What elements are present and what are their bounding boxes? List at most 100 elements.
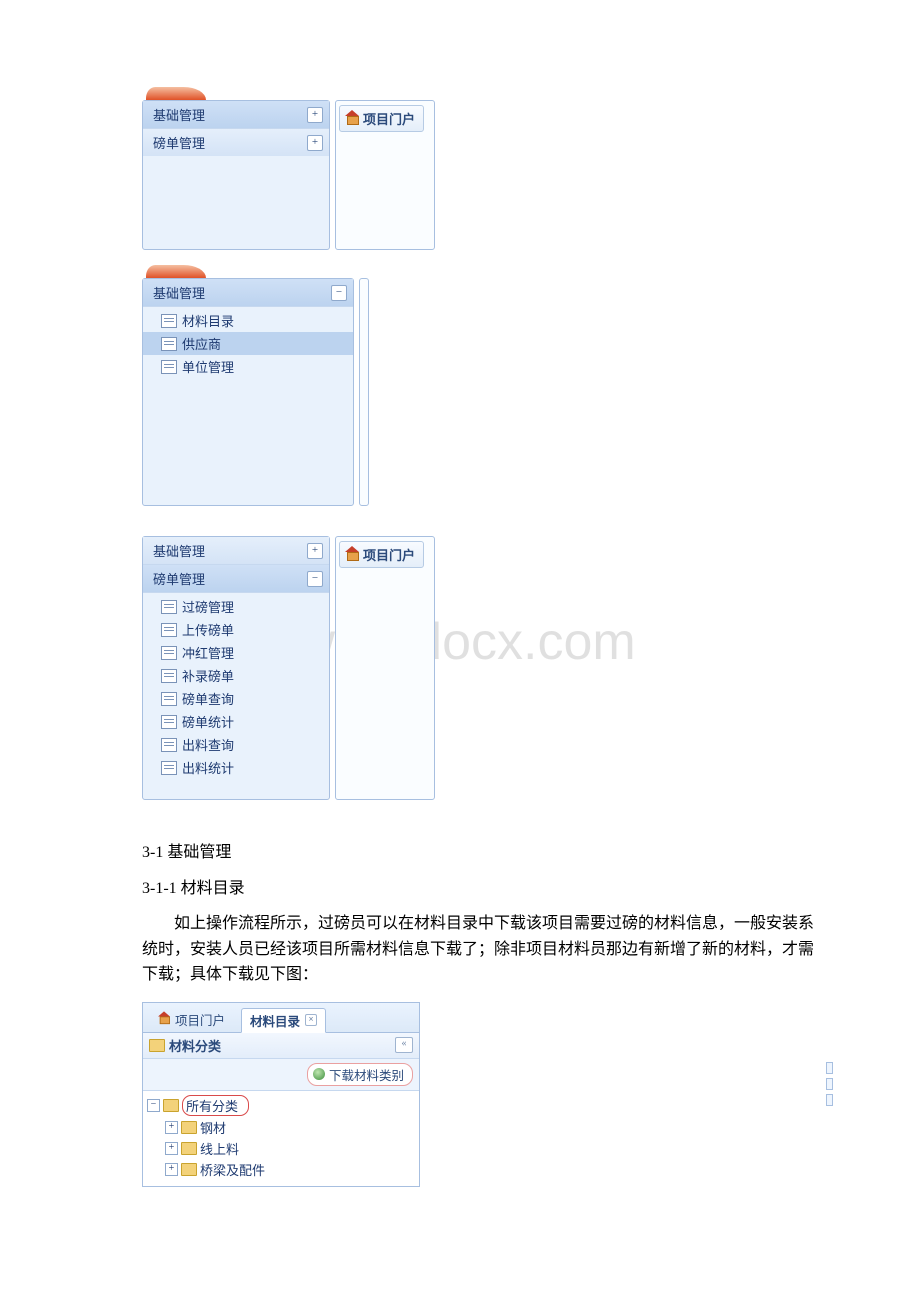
expand-icon[interactable]: + xyxy=(165,1163,178,1176)
button-label: 项目门户 xyxy=(363,109,415,128)
collapse-icon[interactable]: − xyxy=(307,571,323,587)
doc-icon xyxy=(161,600,177,614)
nav-items: 材料目录 供应商 单位管理 xyxy=(143,307,353,380)
category-tree: − 所有分类 + 钢材 + 线上料 + 桥梁及配件 xyxy=(143,1091,419,1186)
folder-icon xyxy=(181,1163,197,1176)
tree-node-label: 钢材 xyxy=(200,1118,226,1137)
folder-icon xyxy=(181,1142,197,1155)
nav-panel: 基础管理 + 磅单管理 + xyxy=(142,100,330,250)
nav-section-basic[interactable]: 基础管理 + xyxy=(143,101,329,129)
nav-item-label: 补录磅单 xyxy=(182,666,234,685)
nav-item-label: 材料目录 xyxy=(182,311,234,330)
panel-title: 材料分类 xyxy=(169,1036,221,1055)
nav-item-weighing[interactable]: 过磅管理 xyxy=(143,595,329,618)
button-label: 下载材料类别 xyxy=(329,1065,404,1084)
nav-item-out-stats[interactable]: 出料统计 xyxy=(143,756,329,779)
nav-item-ticket-query[interactable]: 磅单查询 xyxy=(143,687,329,710)
project-portal-button[interactable]: 项目门户 xyxy=(339,541,424,568)
expand-icon[interactable]: + xyxy=(165,1121,178,1134)
tab-label: 项目门户 xyxy=(175,1010,225,1029)
doc-icon xyxy=(161,738,177,752)
button-label: 项目门户 xyxy=(363,545,415,564)
nav-item-supplier[interactable]: 供应商 xyxy=(143,332,353,355)
home-icon xyxy=(345,549,359,561)
nav-section-weigh[interactable]: 磅单管理 + xyxy=(143,129,329,156)
content-pane: 项目门户 xyxy=(335,536,435,800)
collapse-icon[interactable]: « xyxy=(395,1037,413,1053)
nav-panel: 基础管理 + 磅单管理 − 过磅管理 上传磅单 冲红管理 补录磅单 磅单查询 磅… xyxy=(142,536,330,800)
nav-item-upload-ticket[interactable]: 上传磅单 xyxy=(143,618,329,641)
paragraph: 如上操作流程所示，过磅员可以在材料目录中下载该项目需要过磅的材料信息，一般安装系… xyxy=(142,911,820,988)
nav-items: 过磅管理 上传磅单 冲红管理 补录磅单 磅单查询 磅单统计 出料查询 出料统计 xyxy=(143,593,329,781)
nav-item-label: 出料统计 xyxy=(182,758,234,777)
doc-icon xyxy=(161,715,177,729)
content-pane: 项目门户 xyxy=(335,100,435,250)
ribbon-tab-notch xyxy=(146,87,206,100)
doc-icon xyxy=(161,646,177,660)
nav-section-label: 基础管理 xyxy=(153,541,205,560)
material-category-panel: 项目门户 材料目录 × 材料分类 « 下载材料类别 − 所有 xyxy=(142,1002,420,1187)
download-icon xyxy=(313,1068,325,1080)
content-pane xyxy=(359,278,369,506)
doc-icon xyxy=(161,761,177,775)
tab-material-catalog[interactable]: 材料目录 × xyxy=(241,1008,326,1033)
expand-icon[interactable]: + xyxy=(307,107,323,123)
heading-3-1: 3-1 基础管理 xyxy=(142,840,820,866)
nav-item-label: 磅单统计 xyxy=(182,712,234,731)
nav-section-basic[interactable]: 基础管理 − xyxy=(143,279,353,307)
ribbon-tab-notch xyxy=(146,265,206,278)
nav-section-weigh[interactable]: 磅单管理 − xyxy=(143,565,329,593)
tab-project-portal[interactable]: 项目门户 xyxy=(149,1007,233,1032)
nav-section-label: 基础管理 xyxy=(153,283,205,302)
doc-icon xyxy=(161,337,177,351)
nav-item-ticket-stats[interactable]: 磅单统计 xyxy=(143,710,329,733)
doc-icon xyxy=(161,692,177,706)
panel-header: 材料分类 « xyxy=(143,1033,419,1059)
toolbar-row: 下载材料类别 xyxy=(143,1059,419,1091)
nav-item-out-query[interactable]: 出料查询 xyxy=(143,733,329,756)
nav-item-label: 冲红管理 xyxy=(182,643,234,662)
nav-item-append-ticket[interactable]: 补录磅单 xyxy=(143,664,329,687)
nav-section-label: 磅单管理 xyxy=(153,569,205,588)
nav-item-red-reverse[interactable]: 冲红管理 xyxy=(143,641,329,664)
collapse-icon[interactable]: − xyxy=(147,1099,160,1112)
nav-item-label: 供应商 xyxy=(182,334,221,353)
nav-item-unit-manage[interactable]: 单位管理 xyxy=(143,355,353,378)
home-icon xyxy=(345,113,359,125)
doc-icon xyxy=(161,360,177,374)
tree-node-line-material[interactable]: + 线上料 xyxy=(147,1138,415,1159)
tree-node-steel[interactable]: + 钢材 xyxy=(147,1117,415,1138)
tab-bar: 项目门户 材料目录 × xyxy=(143,1003,419,1033)
nav-item-material-catalog[interactable]: 材料目录 xyxy=(143,309,353,332)
tree-node-label: 桥梁及配件 xyxy=(200,1160,265,1179)
doc-icon xyxy=(161,623,177,637)
doc-icon xyxy=(161,669,177,683)
close-icon[interactable]: × xyxy=(305,1014,317,1026)
nav-section-label: 基础管理 xyxy=(153,105,205,124)
nav-item-label: 出料查询 xyxy=(182,735,234,754)
folder-icon xyxy=(181,1121,197,1134)
nav-item-label: 上传磅单 xyxy=(182,620,234,639)
tree-node-bridge-parts[interactable]: + 桥梁及配件 xyxy=(147,1159,415,1180)
tab-label: 材料目录 xyxy=(250,1011,300,1030)
heading-3-1-1: 3-1-1 材料目录 xyxy=(142,876,820,902)
nav-panel: 基础管理 − 材料目录 供应商 单位管理 xyxy=(142,278,354,506)
nav-section-basic[interactable]: 基础管理 + xyxy=(143,537,329,565)
tree-node-label: 线上料 xyxy=(200,1139,239,1158)
expand-icon[interactable]: + xyxy=(307,135,323,151)
folder-icon xyxy=(149,1039,165,1052)
expand-icon[interactable]: + xyxy=(165,1142,178,1155)
home-icon xyxy=(158,1014,170,1024)
nav-section-label: 磅单管理 xyxy=(153,133,205,152)
nav-item-label: 磅单查询 xyxy=(182,689,234,708)
tree-root-all[interactable]: − 所有分类 xyxy=(147,1094,415,1117)
nav-item-label: 单位管理 xyxy=(182,357,234,376)
doc-icon xyxy=(161,314,177,328)
project-portal-button[interactable]: 项目门户 xyxy=(339,105,424,132)
nav-item-label: 过磅管理 xyxy=(182,597,234,616)
collapse-icon[interactable]: − xyxy=(331,285,347,301)
folder-icon xyxy=(163,1099,179,1112)
expand-icon[interactable]: + xyxy=(307,543,323,559)
tree-node-label: 所有分类 xyxy=(182,1095,249,1116)
download-category-button[interactable]: 下载材料类别 xyxy=(307,1063,413,1086)
